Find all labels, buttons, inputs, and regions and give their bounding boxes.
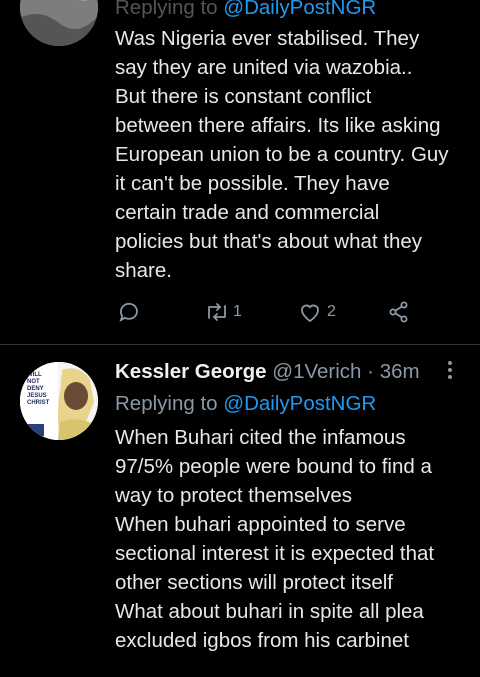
share-icon — [389, 301, 408, 323]
retweet-button[interactable]: 1 — [203, 300, 242, 324]
share-button[interactable] — [387, 300, 411, 324]
timestamp[interactable]: 36m — [380, 360, 420, 383]
tweet-header: Kessler George @1Verich · 36m — [115, 360, 420, 384]
reply-context: Replying to @DailyPostNGR — [115, 392, 376, 416]
like-icon — [301, 304, 319, 323]
avatar-caption: WILL NOT DENY JESUS CHRIST — [27, 372, 50, 406]
tweet-text: When Buhari cited the infamous 97/5% peo… — [115, 426, 435, 652]
reply-context: Replying to @DailyPostNGR — [115, 0, 376, 20]
retweet-icon — [208, 303, 226, 321]
separator-dot: · — [367, 360, 374, 383]
avatar[interactable] — [20, 0, 98, 46]
reply-mention-link[interactable]: @DailyPostNGR — [223, 392, 376, 415]
reply-label: Replying to — [115, 0, 218, 19]
tweet-actions: 1 2 — [115, 300, 435, 330]
tweet-divider — [0, 344, 480, 345]
tweet-feed: Replying to @DailyPostNGR Was Nigeria ev… — [0, 0, 480, 677]
like-button[interactable]: 2 — [297, 300, 336, 324]
reply-mention-link[interactable]: @DailyPostNGR — [223, 0, 376, 19]
reply-button[interactable] — [117, 300, 141, 324]
reply-label: Replying to — [115, 392, 218, 415]
avatar[interactable]: WILL NOT DENY JESUS CHRIST — [20, 362, 98, 440]
tweet-text: Was Nigeria ever stabilised. They say th… — [115, 27, 449, 282]
like-count: 2 — [327, 303, 336, 320]
comment-icon — [119, 302, 138, 322]
author-handle[interactable]: @1Verich — [272, 360, 361, 383]
retweet-count: 1 — [233, 303, 242, 320]
author-name[interactable]: Kessler George — [115, 360, 267, 383]
more-options-icon[interactable] — [448, 358, 454, 382]
